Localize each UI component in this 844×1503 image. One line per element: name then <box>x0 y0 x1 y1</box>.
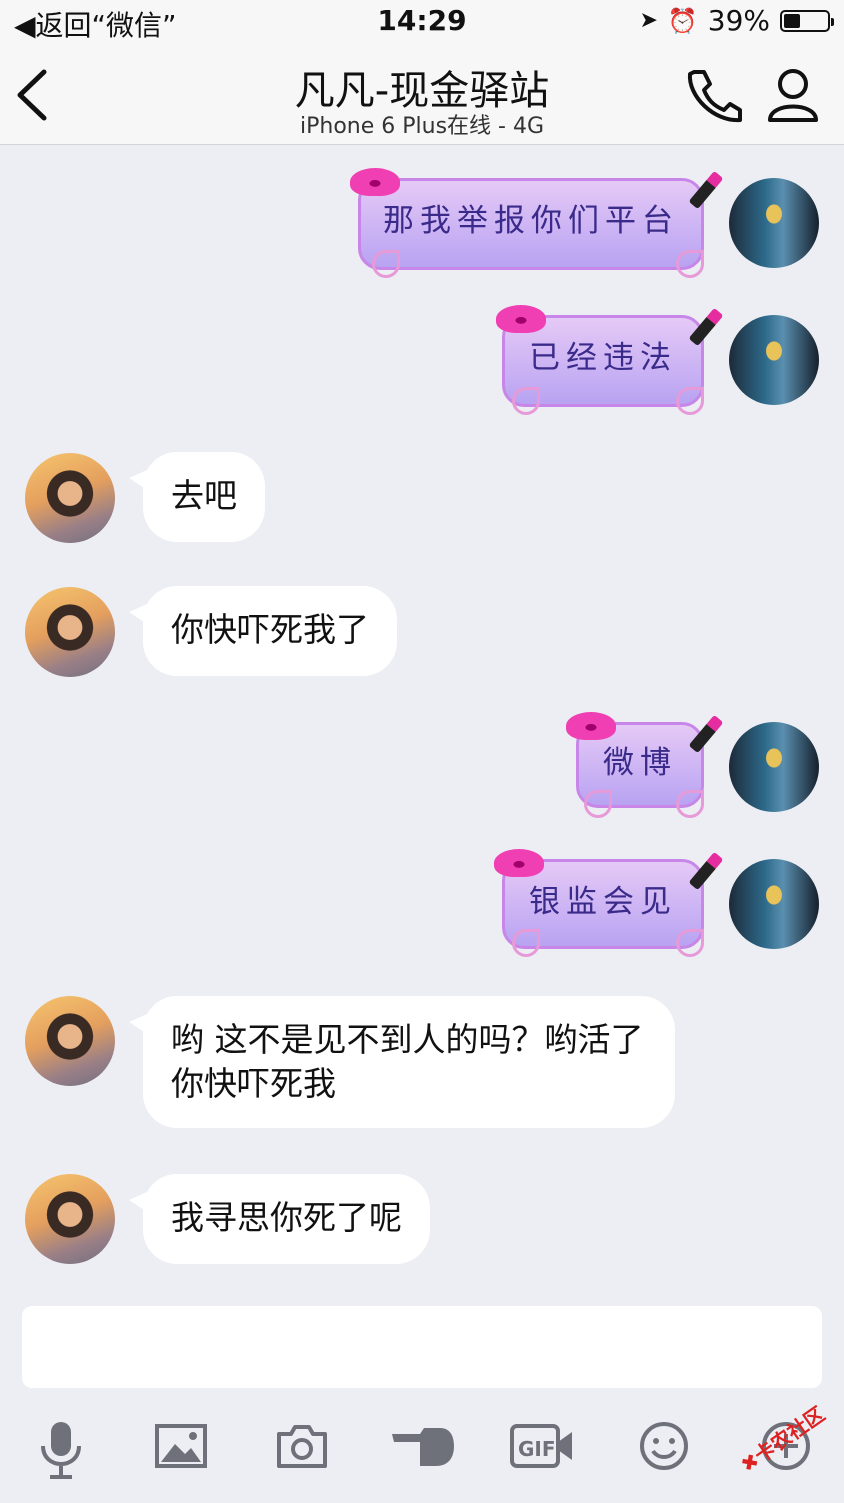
my-avatar[interactable] <box>729 178 819 268</box>
contact-message-bubble[interactable]: 去吧 <box>129 452 265 542</box>
status-right: ➤ ⏰ 39% <box>639 4 834 37</box>
message-text: 已经违法 <box>529 340 677 376</box>
lips-decoration-icon <box>350 168 400 196</box>
message-text: 你快吓死我了 <box>171 610 369 649</box>
camera-icon[interactable] <box>275 1424 329 1472</box>
contact-avatar[interactable] <box>25 996 115 1086</box>
contact-avatar[interactable] <box>25 453 115 543</box>
contact-message-bubble[interactable]: 我寻思你死了呢 <box>129 1174 430 1264</box>
chat-header: 凡凡-现金驿站 iPhone 6 Plus在线 - 4G <box>0 44 844 145</box>
svg-text:GIF: GIF <box>518 1437 556 1461</box>
poke-icon[interactable] <box>390 1426 456 1472</box>
profile-person-icon[interactable] <box>766 66 820 126</box>
ribbon-decoration-icon <box>372 250 400 278</box>
emoji-icon[interactable] <box>638 1420 690 1476</box>
ribbon-decoration-icon <box>584 790 612 818</box>
contact-message-bubble[interactable]: 你快吓死我了 <box>129 586 397 676</box>
ribbon-decoration-icon <box>676 250 704 278</box>
message-text: 银监会见 <box>529 884 677 920</box>
lips-decoration-icon <box>494 849 544 877</box>
message-text: 微博 <box>603 745 677 781</box>
location-arrow-icon: ➤ <box>639 8 658 33</box>
message-text: 我寻思你死了呢 <box>171 1198 402 1237</box>
my-avatar[interactable] <box>729 859 819 949</box>
phone-call-icon[interactable] <box>684 66 742 128</box>
alarm-clock-icon: ⏰ <box>667 6 698 35</box>
status-bar: ◀返回“微信” 14:29 ➤ ⏰ 39% <box>0 0 844 44</box>
input-toolbar: GIF <box>0 1400 844 1500</box>
contact-avatar[interactable] <box>25 1174 115 1264</box>
battery-icon <box>780 9 834 32</box>
gif-icon[interactable]: GIF <box>510 1424 574 1472</box>
mic-icon[interactable] <box>38 1420 84 1484</box>
contact-avatar[interactable] <box>25 587 115 677</box>
ribbon-decoration-icon <box>512 929 540 957</box>
my-message-bubble[interactable]: 那我举报你们平台 <box>358 178 704 270</box>
image-icon[interactable] <box>155 1424 207 1472</box>
my-avatar[interactable] <box>729 315 819 405</box>
message-text: 那我举报你们平台 <box>383 203 679 239</box>
ribbon-decoration-icon <box>676 929 704 957</box>
my-avatar[interactable] <box>729 722 819 812</box>
lips-decoration-icon <box>566 712 616 740</box>
battery-percent: 39% <box>707 4 770 37</box>
message-text: 去吧 <box>171 476 237 515</box>
message-text: 哟 这不是见不到人的吗？哟活了 你快吓死我 <box>171 1020 644 1103</box>
contact-message-bubble[interactable]: 哟 这不是见不到人的吗？哟活了 你快吓死我 <box>129 996 675 1128</box>
ribbon-decoration-icon <box>512 387 540 415</box>
battery-fill <box>784 13 800 28</box>
message-input[interactable] <box>22 1306 822 1388</box>
lips-decoration-icon <box>496 305 546 333</box>
ribbon-decoration-icon <box>676 387 704 415</box>
ribbon-decoration-icon <box>676 790 704 818</box>
